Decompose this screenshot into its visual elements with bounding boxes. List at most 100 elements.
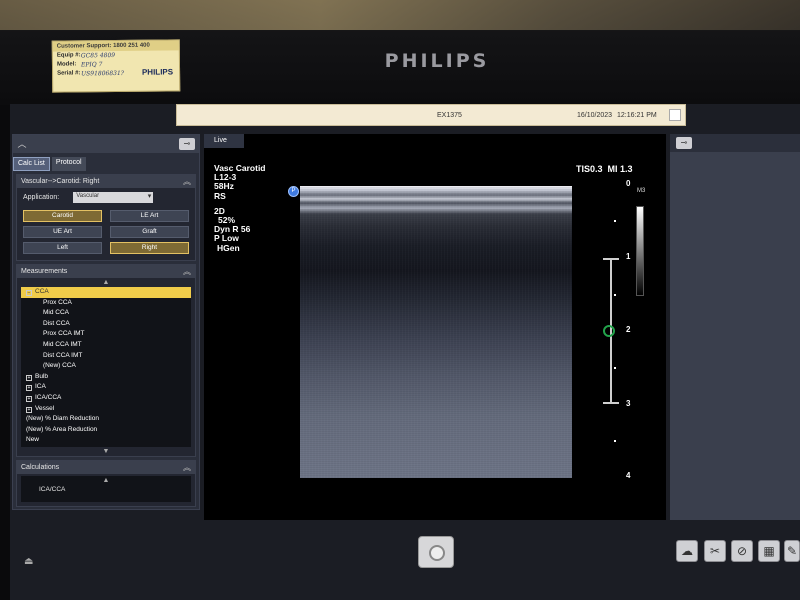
depth-dot — [614, 220, 616, 222]
home-button[interactable] — [418, 536, 454, 568]
pin-icon[interactable]: ⊸ — [676, 137, 692, 149]
tab-calc-list[interactable]: Calc List — [13, 157, 50, 171]
grayscale-bar — [636, 206, 644, 296]
application-label: Application: — [23, 194, 60, 201]
grayscale-map-label: M3 — [637, 188, 646, 194]
depth-dot — [614, 440, 616, 442]
measurement-item[interactable]: Dist CCA IMT — [21, 351, 191, 362]
calculations-header: Calculations ︽ — [17, 461, 195, 474]
measurement-label: Vessel — [35, 404, 55, 412]
measurement-label: Prox CCA — [43, 298, 72, 306]
exam-date: 16/10/2023 — [577, 112, 613, 119]
collapse-icon[interactable]: ︽ — [183, 462, 191, 473]
carotid-button[interactable]: Carotid — [23, 210, 102, 222]
orientation-marker: P — [288, 186, 299, 197]
calc-item[interactable]: ICA/CCA — [39, 486, 65, 493]
side: RS — [214, 190, 226, 201]
depth-tick: 4 — [626, 471, 631, 480]
measurement-item[interactable]: Mid CCA IMT — [21, 340, 191, 351]
scroll-up-icon[interactable]: ▲ — [17, 278, 195, 287]
measurement-item[interactable]: (New) % Diam Reduction — [21, 414, 191, 425]
collapse-icon[interactable]: − — [26, 290, 32, 296]
focus-zone-icon[interactable] — [603, 325, 615, 337]
left-panel: ︿ ⊸ Calc List Protocol Vascular-->Caroti… — [12, 134, 200, 510]
measurement-item[interactable]: Dist CCA — [21, 319, 191, 330]
left-button[interactable]: Left — [23, 242, 102, 254]
tab-live[interactable]: Live — [204, 134, 244, 148]
measurement-item[interactable]: Prox CCA — [21, 298, 191, 309]
tab-protocol[interactable]: Protocol — [51, 157, 86, 171]
close-button[interactable] — [669, 109, 681, 121]
expand-icon[interactable]: + — [26, 406, 32, 413]
measurement-item[interactable]: + ICA — [21, 382, 191, 393]
equipment-sticker: Customer Support: 1800 251 400 Equip #: G… — [51, 39, 181, 93]
imaging-parameters: Vasc Carotid L12-3 58Hz RS 2D 52% Dyn R … — [214, 163, 266, 253]
measurement-label: ICA — [35, 383, 46, 391]
le-art-button[interactable]: LE Art — [110, 210, 189, 222]
serial-value: US91806831? — [81, 69, 125, 78]
measurement-item[interactable]: New — [21, 435, 191, 446]
measurements-section: Measurements ︽ ▲ − CCA Prox CCA Mid CCA Dist … — [16, 264, 196, 457]
expand-icon[interactable]: + — [26, 374, 32, 381]
no-entry-icon[interactable]: ⊘ — [731, 540, 753, 562]
scroll-up-icon[interactable]: ▲ — [21, 476, 191, 485]
expand-icon[interactable]: + — [26, 395, 32, 402]
ultrasound-image[interactable] — [300, 186, 572, 478]
scroll-down-icon[interactable]: ▼ — [17, 447, 195, 456]
measurement-label: CCA — [35, 288, 49, 295]
grid-icon[interactable]: ▦ — [758, 540, 780, 562]
collapse-icon[interactable]: ︽ — [183, 266, 191, 277]
measurement-label: Mid CCA — [43, 309, 70, 317]
measurement-label: (New) % Area Reduction — [26, 425, 98, 433]
bezel-glare — [0, 0, 800, 30]
ruler-cap-top — [603, 258, 619, 260]
measurement-item[interactable]: (New) % Area Reduction — [21, 425, 191, 436]
gen: HGen — [217, 242, 240, 253]
measurement-label: Dist CCA IMT — [43, 351, 83, 359]
measurement-label: (New) CCA — [43, 362, 76, 370]
mechanical-index: MI 1.3 — [607, 164, 633, 174]
depth-dot — [614, 367, 616, 369]
ruler-cap-bottom — [603, 402, 619, 404]
measurement-label: Mid CCA IMT — [43, 340, 82, 348]
model-value: EPIQ 7 — [80, 61, 103, 69]
right-panel-body — [670, 152, 800, 520]
measurement-item[interactable]: Prox CCA IMT — [21, 329, 191, 340]
measurement-item[interactable]: − CCA — [21, 287, 191, 298]
application-select[interactable]: Vascular — [73, 192, 154, 203]
home-icon — [429, 545, 445, 561]
calculation-list: ▲ ICA/CCA — [21, 476, 191, 502]
collapse-icon[interactable]: ︽ — [183, 176, 191, 187]
cloud-icon[interactable]: ☁ — [676, 540, 698, 562]
depth-tick: 1 — [626, 252, 631, 261]
calculations-section: Calculations ︽ ▲ ICA/CCA — [16, 460, 196, 507]
exam-time: 12:16:21 PM — [617, 112, 657, 119]
model-label: Model: — [56, 61, 77, 68]
depth-tick: 3 — [626, 399, 631, 408]
measurement-item[interactable]: Mid CCA — [21, 308, 191, 319]
left-panel-header: ︿ ⊸ — [13, 135, 199, 153]
measurement-item[interactable]: + Bulb — [21, 372, 191, 383]
depth-tick: 2 — [626, 325, 631, 334]
protocol-buttons: Carotid LE Art UE Art Graft Left Right — [17, 207, 195, 260]
graft-button[interactable]: Graft — [110, 226, 189, 238]
right-button[interactable]: Right — [110, 242, 189, 254]
measurement-item[interactable]: + ICA/CCA — [21, 393, 191, 404]
measurements-header: Measurements ︽ — [17, 265, 195, 278]
measurement-label: Dist CCA — [43, 319, 70, 327]
eject-icon[interactable]: ⏏ — [24, 556, 42, 568]
collapse-up-icon[interactable]: ︿ — [16, 139, 28, 149]
pin-icon[interactable]: ⊸ — [179, 138, 195, 150]
expand-icon[interactable]: + — [26, 385, 32, 392]
edit-icon[interactable]: ✎ — [784, 540, 800, 562]
measurement-item[interactable]: + Vessel — [21, 404, 191, 415]
sticker-logo: PHILIPS — [141, 67, 174, 77]
measurement-item[interactable]: (New) CCA — [21, 361, 191, 372]
ue-art-button[interactable]: UE Art — [23, 226, 102, 238]
measurement-label: Prox CCA IMT — [43, 330, 85, 338]
tool-cross-icon[interactable]: ✂ — [704, 540, 726, 562]
protocol-section: Vascular-->Carotid: Right ︽ Application: … — [16, 174, 196, 261]
tab-bar: Calc List Protocol — [13, 157, 199, 171]
thermal-index: TIS0.3 MI 1.3 — [576, 164, 633, 174]
application-row: Application: Vascular — [17, 188, 195, 207]
